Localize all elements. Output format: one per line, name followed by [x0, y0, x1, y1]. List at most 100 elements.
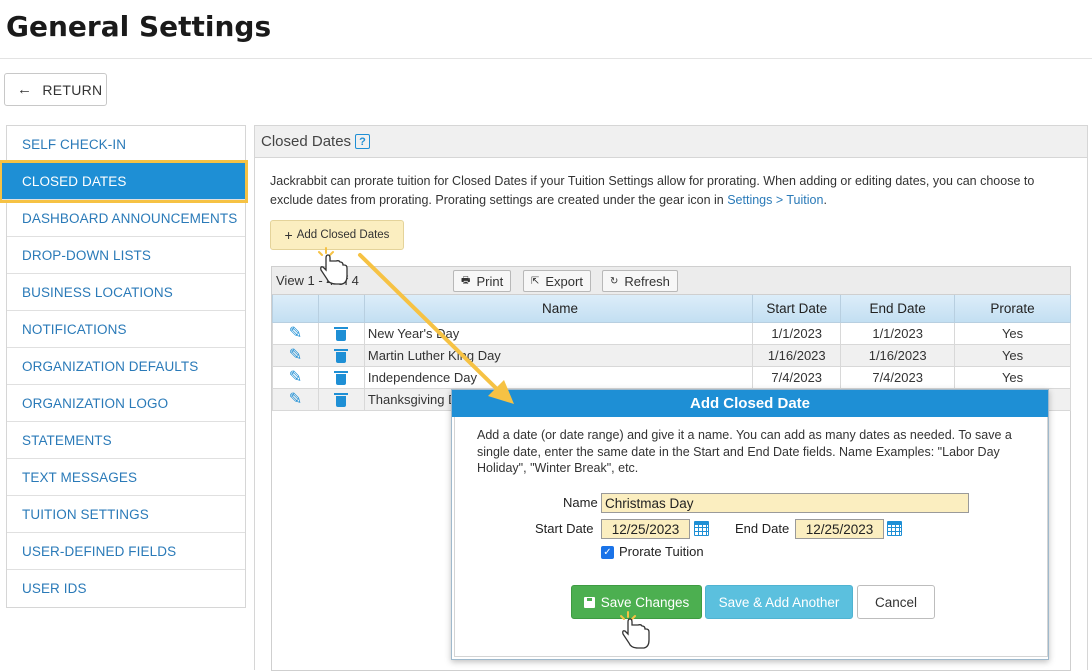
column-header-name[interactable]: Name [363, 295, 754, 323]
sidebar-item-label: BUSINESS LOCATIONS [22, 284, 173, 300]
trash-icon[interactable] [334, 392, 349, 407]
name-field[interactable]: Christmas Day [601, 493, 969, 513]
sidebar-item-text-messages[interactable]: TEXT MESSAGES [7, 459, 245, 496]
edit-cell: ✎ [272, 344, 319, 367]
start-date-field[interactable]: 12/25/2023 [601, 519, 690, 539]
prorate-tuition-checkbox[interactable]: ✓ [601, 546, 614, 559]
prorate-tuition-label: Prorate Tuition [619, 544, 704, 559]
print-button[interactable]: 🖶 Print [453, 270, 512, 292]
pointer-hand-icon [620, 611, 650, 649]
sidebar-item-label: STATEMENTS [22, 432, 112, 448]
calendar-icon[interactable] [887, 521, 902, 536]
sidebar-item-label: ORGANIZATION DEFAULTS [22, 358, 199, 374]
sidebar-item-label: TUITION SETTINGS [22, 506, 149, 522]
column-header-end-date[interactable]: End Date [840, 295, 956, 323]
sidebar-item-organization-logo[interactable]: ORGANIZATION LOGO [7, 385, 245, 422]
table-row: ✎ New Year's Day 1/1/2023 1/1/2023 Yes [272, 322, 1071, 345]
sidebar-item-tuition-settings[interactable]: TUITION SETTINGS [7, 496, 245, 533]
start-date-cell: 7/4/2023 [752, 366, 842, 389]
name-cell: New Year's Day [363, 322, 754, 345]
printer-icon: 🖶 [461, 274, 471, 286]
settings-tuition-link[interactable]: Settings > Tuition [727, 193, 823, 207]
pencil-icon[interactable]: ✎ [289, 391, 302, 408]
description-text: Jackrabbit can prorate tuition for Close… [270, 174, 1035, 207]
edit-cell: ✎ [272, 366, 319, 389]
sidebar-item-drop-down-lists[interactable]: DROP-DOWN LISTS [7, 237, 245, 274]
sidebar-item-user-defined-fields[interactable]: USER-DEFINED FIELDS [7, 533, 245, 570]
sidebar-item-closed-dates[interactable]: CLOSED DATES [0, 160, 248, 203]
calendar-icon[interactable] [694, 521, 709, 536]
column-header-start-date[interactable]: Start Date [752, 295, 842, 323]
edit-cell: ✎ [272, 388, 319, 411]
arrow-left-icon: ← [17, 81, 33, 98]
sidebar-item-business-locations[interactable]: BUSINESS LOCATIONS [7, 274, 245, 311]
refresh-label: Refresh [624, 273, 670, 289]
name-cell: Independence Day [363, 366, 754, 389]
description-end: . [823, 193, 827, 207]
export-label: Export [545, 273, 583, 289]
sidebar-item-notifications[interactable]: NOTIFICATIONS [7, 311, 245, 348]
print-label: Print [476, 273, 504, 289]
return-button-label: RETURN [42, 81, 103, 98]
dialog-title: Add Closed Date [452, 390, 1048, 417]
external-link-icon: ⇱ [531, 275, 540, 287]
name-cell: Martin Luther King Day [363, 344, 754, 367]
settings-sidebar: SELF CHECK-IN CLOSED DATES DASHBOARD ANN… [0, 125, 248, 608]
start-date-cell: 1/16/2023 [752, 344, 842, 367]
grid-toolbar: View 1 - 4 of 4 🖶 Print ⇱ Export ↻ Refresh [272, 267, 1070, 295]
sidebar-item-label: DASHBOARD ANNOUNCEMENTS [22, 210, 238, 226]
trash-icon[interactable] [334, 326, 349, 341]
export-button[interactable]: ⇱ Export [523, 270, 591, 292]
sidebar-item-dashboard-announcements[interactable]: DASHBOARD ANNOUNCEMENTS [7, 200, 245, 237]
save-and-add-another-button[interactable]: Save & Add Another [705, 585, 853, 619]
add-closed-dates-label: Add Closed Dates [296, 229, 390, 241]
return-button[interactable]: ← RETURN [4, 73, 107, 106]
sidebar-item-label: SELF CHECK-IN [22, 136, 127, 152]
page-title: General Settings [6, 10, 272, 43]
cancel-button[interactable]: Cancel [857, 585, 935, 619]
panel-title: Closed Dates [261, 133, 352, 150]
sidebar-item-user-ids[interactable]: USER IDS [7, 570, 245, 607]
sidebar-item-label: USER IDS [22, 581, 87, 596]
prorate-cell: Yes [954, 366, 1071, 389]
trash-icon[interactable] [334, 370, 349, 385]
sidebar-item-label: USER-DEFINED FIELDS [22, 543, 177, 559]
trash-icon[interactable] [334, 348, 349, 363]
pencil-icon[interactable]: ✎ [289, 325, 302, 342]
prorate-cell: Yes [954, 344, 1071, 367]
sidebar-item-self-check-in[interactable]: SELF CHECK-IN [7, 126, 245, 163]
save-changes-label: Save Changes [600, 594, 690, 610]
panel-description: Jackrabbit can prorate tuition for Close… [270, 172, 1070, 210]
delete-cell [317, 344, 365, 367]
pencil-icon[interactable]: ✎ [289, 347, 302, 364]
table-row: ✎ Martin Luther King Day 1/16/2023 1/16/… [272, 344, 1071, 367]
column-header-delete [317, 295, 365, 323]
pencil-icon[interactable]: ✎ [289, 369, 302, 386]
end-date-label: End Date [735, 521, 790, 536]
sidebar-item-statements[interactable]: STATEMENTS [7, 422, 245, 459]
end-date-cell: 7/4/2023 [840, 366, 956, 389]
question-icon[interactable]: ? [355, 134, 371, 149]
column-header-prorate[interactable]: Prorate [954, 295, 1071, 323]
edit-cell: ✎ [272, 322, 319, 345]
panel-header: Closed Dates ? [255, 126, 1087, 158]
end-date-field[interactable]: 12/25/2023 [795, 519, 884, 539]
sidebar-item-label: NOTIFICATIONS [22, 321, 127, 337]
delete-cell [317, 388, 365, 411]
name-label: Name [563, 495, 598, 510]
start-date-cell: 1/1/2023 [752, 322, 842, 345]
pointer-hand-icon [318, 247, 348, 285]
column-header-edit [272, 295, 319, 323]
add-closed-date-dialog: Add Closed Date Add a date (or date rang… [451, 389, 1049, 660]
sidebar-item-label: TEXT MESSAGES [22, 469, 138, 485]
table-header-row: Name Start Date End Date Prorate [272, 295, 1071, 323]
plus-icon: + [284, 227, 293, 243]
table-row: ✎ Independence Day 7/4/2023 7/4/2023 Yes [272, 366, 1071, 389]
sidebar-item-label: ORGANIZATION LOGO [22, 395, 169, 411]
delete-cell [317, 366, 365, 389]
sidebar-item-organization-defaults[interactable]: ORGANIZATION DEFAULTS [7, 348, 245, 385]
page-header: General Settings [0, 0, 1092, 59]
end-date-cell: 1/1/2023 [840, 322, 956, 345]
end-date-cell: 1/16/2023 [840, 344, 956, 367]
refresh-button[interactable]: ↻ Refresh [602, 270, 678, 292]
